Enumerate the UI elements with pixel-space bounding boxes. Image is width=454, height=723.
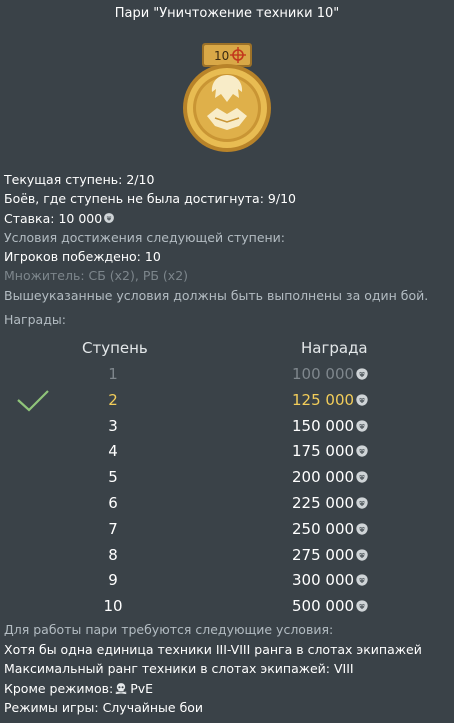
reward-step: 6 [108, 493, 118, 512]
lion-icon [355, 419, 369, 433]
reward-amount-value: 150 000 [292, 416, 355, 435]
reward-amount: 150 000 [292, 417, 369, 435]
reward-amount: 100 000 [292, 365, 369, 383]
reward-amount-value: 275 000 [292, 545, 355, 564]
players-defeated-value: 10 [144, 249, 161, 265]
reward-row: 8 275 000 [0, 543, 454, 569]
wager-info: Текущая ступень: 2/10 Боёв, где ступень … [4, 170, 450, 305]
reward-amount-value: 250 000 [292, 519, 355, 538]
game-modes-line: Режимы игры: Случайные бои [4, 698, 450, 718]
reward-amount: 500 000 [292, 597, 369, 615]
game-modes-label: Режимы игры: [4, 700, 99, 715]
players-defeated-label: Игроков побеждено: [4, 249, 141, 265]
wager-title: Пари "Уничтожение техники 10" [114, 6, 340, 21]
multiplier-text: Множитель: СБ (x2), РБ (x2) [4, 268, 189, 284]
reward-row: 2 125 000 [0, 388, 454, 414]
except-modes-label: Кроме режимов: [4, 680, 114, 696]
level-badge: 10 [214, 49, 229, 63]
reward-step: 8 [108, 545, 118, 564]
max-rank-label: Максимальный ранг техники в слотах экипа… [4, 661, 331, 676]
conditions-heading: Условия достижения следующей ступени: [4, 229, 286, 245]
lion-icon [355, 522, 369, 536]
battles-line: Боёв, где ступень не была достигнута: 9/… [4, 189, 450, 208]
reward-table: 1 100 000 2 125 000 3 150 000 4 175 000 5 200 000… [0, 362, 454, 620]
reward-amount-value: 175 000 [292, 442, 355, 461]
rewards-label: Награды: [4, 312, 66, 327]
lion-icon [355, 393, 369, 407]
lion-icon [355, 548, 369, 562]
reward-amount: 125 000 [292, 391, 369, 409]
reward-step: 4 [108, 442, 118, 461]
lion-icon [355, 599, 369, 613]
requirements: Для работы пари требуются следующие усло… [4, 620, 450, 718]
reward-step: 10 [103, 597, 123, 616]
bet-label: Ставка: [4, 210, 55, 226]
reward-amount: 200 000 [292, 468, 369, 486]
reward-step: 7 [108, 519, 118, 538]
reward-step: 2 [108, 390, 118, 409]
lion-icon [355, 470, 369, 484]
reward-step: 9 [108, 571, 118, 590]
column-header-reward: Награда [301, 339, 368, 357]
current-stage-value: 2/10 [126, 172, 155, 187]
game-modes-value: Случайные бои [102, 700, 204, 715]
bet-line: Ставка: 10 000 [4, 209, 450, 228]
single-battle-note: Вышеуказанные условия должны быть выполн… [4, 287, 429, 303]
reward-step: 5 [108, 468, 118, 487]
reward-amount: 300 000 [292, 571, 369, 589]
reward-row: 5 200 000 [0, 465, 454, 491]
current-stage-line: Текущая ступень: 2/10 [4, 170, 450, 189]
players-defeated-line: Игроков побеждено: 10 [4, 247, 450, 266]
battles-label: Боёв, где ступень не была достигнута: [4, 191, 264, 207]
reward-amount-value: 225 000 [292, 493, 355, 512]
vehicle-requirement: Хотя бы одна единица техники III-VIII ра… [4, 641, 422, 657]
reward-amount: 250 000 [292, 520, 369, 538]
lion-icon [355, 496, 369, 510]
except-modes-line: Кроме режимов: PvE [4, 679, 450, 699]
lion-icon [355, 573, 369, 587]
reward-step: 3 [108, 416, 118, 435]
bet-value: 10 000 [58, 210, 103, 226]
reward-amount-value: 500 000 [292, 597, 355, 616]
reward-row: 7 250 000 [0, 517, 454, 543]
reward-amount-value: 125 000 [292, 390, 355, 409]
reward-row: 6 225 000 [0, 491, 454, 517]
except-modes-value: PvE [130, 680, 154, 696]
requirements-heading: Для работы пари требуются следующие усло… [4, 622, 334, 637]
lion-icon [355, 444, 369, 458]
reward-amount: 275 000 [292, 546, 369, 564]
reward-row: 1 100 000 [0, 362, 454, 388]
lion-icon [103, 212, 115, 224]
medal-icon: 10 [181, 42, 273, 154]
max-rank-value: VIII [334, 661, 354, 676]
max-rank-line: Максимальный ранг техники в слотах экипа… [4, 659, 450, 679]
reward-row: 9 300 000 [0, 568, 454, 594]
current-stage-label: Текущая ступень: [4, 172, 123, 187]
column-header-step: Ступень [82, 339, 148, 357]
reward-row: 10 500 000 [0, 594, 454, 620]
lion-icon [355, 367, 369, 381]
reward-amount: 175 000 [292, 442, 369, 460]
reward-amount-value: 300 000 [292, 571, 355, 590]
reward-step: 1 [108, 365, 118, 383]
reward-row: 4 175 000 [0, 439, 454, 465]
reward-row: 3 150 000 [0, 414, 454, 440]
check-icon [17, 390, 49, 412]
battles-value: 9/10 [267, 191, 296, 207]
reward-amount-value: 100 000 [292, 365, 355, 383]
reward-amount: 225 000 [292, 494, 369, 512]
reward-amount-value: 200 000 [292, 468, 355, 487]
skull-icon [115, 682, 127, 694]
